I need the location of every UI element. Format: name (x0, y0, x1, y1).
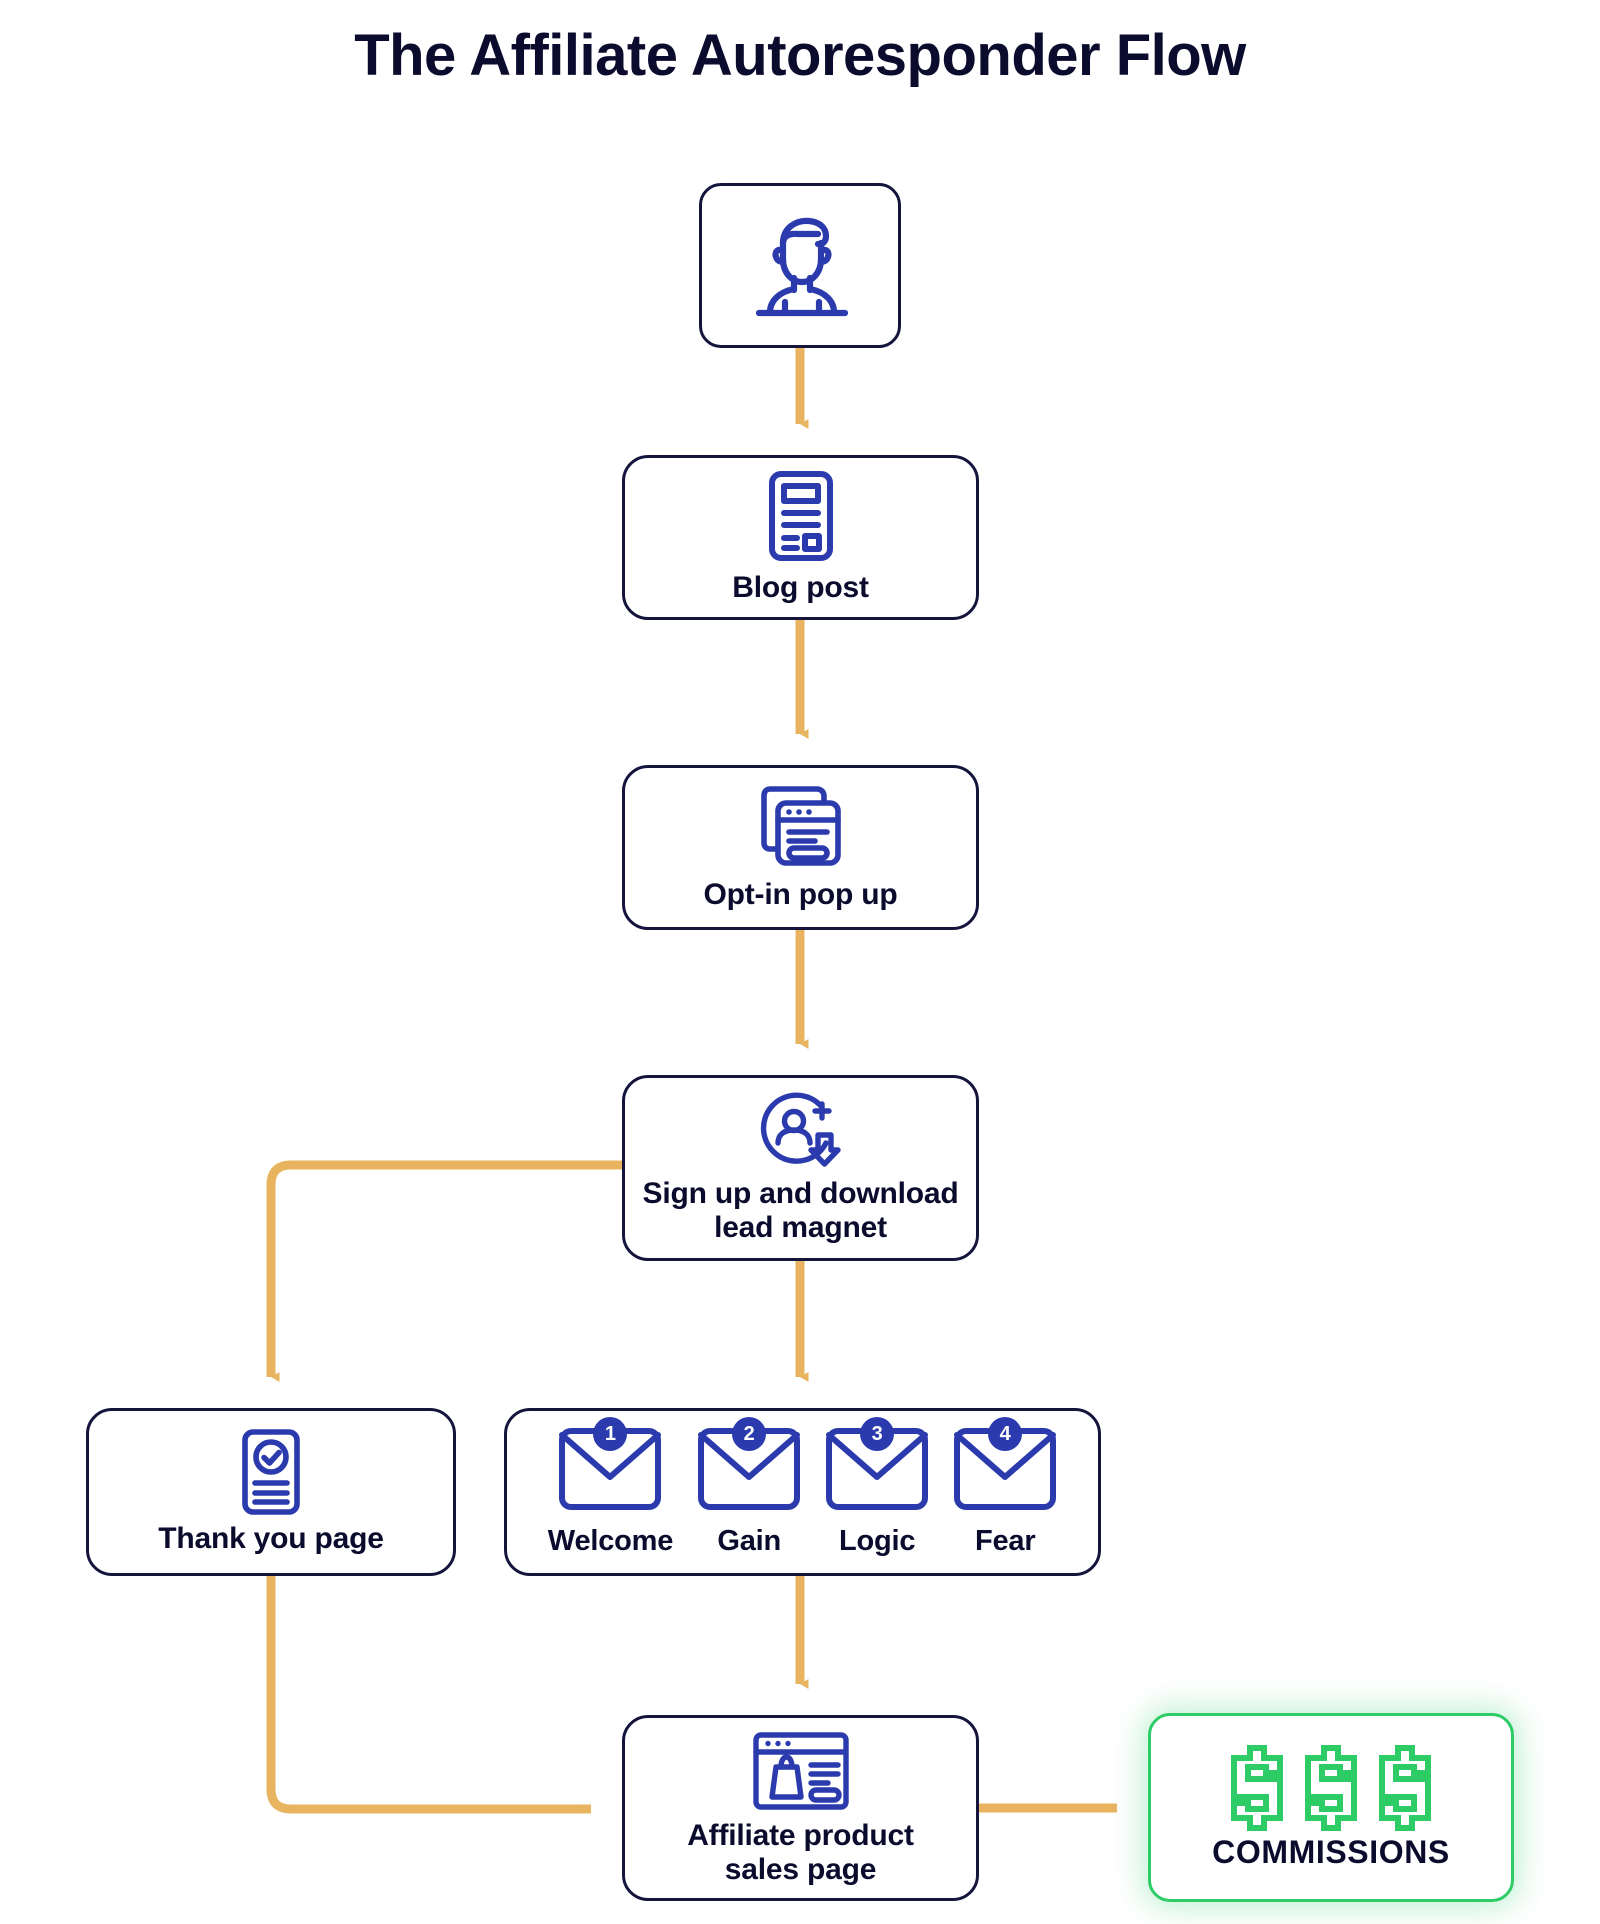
email-badge-4: 4 (988, 1417, 1023, 1451)
dollar-sign-icon-3 (1379, 1744, 1431, 1831)
email-label-1: Welcome (547, 1525, 674, 1557)
node-affiliate-sales-page[interactable]: Affiliate product sales page (622, 1715, 979, 1901)
dollar-signs-icon (1224, 1744, 1438, 1831)
email-badge-1: 1 (593, 1417, 628, 1451)
node-sales-label-line2: sales page (724, 1852, 877, 1886)
browser-shopping-bag-icon (751, 1730, 851, 1812)
node-signup-label-line1: Sign up and download (642, 1177, 959, 1211)
document-article-icon (764, 470, 838, 562)
user-plus-download-icon (758, 1091, 844, 1173)
dollar-sign-icon-2 (1305, 1744, 1357, 1831)
envelope-wrap-2: 2 (697, 1417, 801, 1512)
node-signup-lead-magnet[interactable]: Sign up and download lead magnet (622, 1075, 979, 1261)
node-visitor[interactable] (699, 183, 901, 348)
email-item-3[interactable]: 3 Logic (825, 1417, 929, 1558)
node-commissions[interactable]: COMMISSIONS (1148, 1713, 1514, 1902)
envelope-wrap-1: 1 (558, 1417, 662, 1512)
node-affiliate-sales-page-label: Affiliate product sales page (687, 1819, 914, 1886)
email-label-3: Logic (839, 1525, 916, 1557)
email-label-2: Gain (717, 1525, 782, 1557)
envelope-wrap-4: 4 (953, 1417, 1057, 1512)
node-optin-popup[interactable]: Opt-in pop up (622, 765, 979, 930)
person-avatar-icon (752, 212, 849, 320)
edge-thankyou-to-sales (266, 1576, 591, 1814)
node-thank-you-page-label: Thank you page (158, 1522, 384, 1556)
email-item-1[interactable]: 1 Welcome (547, 1417, 674, 1558)
node-sales-label-line1: Affiliate product (687, 1818, 914, 1852)
node-email-sequence[interactable]: 1 Welcome 2 Gain 3 Logic 4 Fear (504, 1408, 1101, 1576)
node-optin-popup-label: Opt-in pop up (703, 878, 898, 912)
dollar-sign-icon-1 (1231, 1744, 1283, 1831)
node-signup-lead-magnet-label: Sign up and download lead magnet (643, 1177, 959, 1244)
browser-popup-icon (758, 783, 844, 869)
flowchart-canvas: Blog post Opt-in pop up Sign up and down… (0, 0, 1600, 1924)
email-item-4[interactable]: 4 Fear (953, 1417, 1057, 1558)
email-badge-2: 2 (732, 1417, 767, 1451)
email-sequence-row: 1 Welcome 2 Gain 3 Logic 4 Fear (547, 1417, 1057, 1558)
node-signup-label-line2: lead magnet (714, 1211, 887, 1244)
node-blog-post[interactable]: Blog post (622, 455, 979, 620)
node-thank-you-page[interactable]: Thank you page (86, 1408, 456, 1576)
email-label-4: Fear (974, 1525, 1036, 1557)
node-blog-post-label: Blog post (732, 571, 869, 605)
document-check-icon (236, 1428, 306, 1516)
node-commissions-label: COMMISSIONS (1212, 1833, 1450, 1870)
envelope-wrap-3: 3 (825, 1417, 929, 1512)
edge-signup-to-thankyou (266, 1160, 622, 1382)
email-item-2[interactable]: 2 Gain (697, 1417, 801, 1558)
email-badge-3: 3 (860, 1417, 895, 1451)
